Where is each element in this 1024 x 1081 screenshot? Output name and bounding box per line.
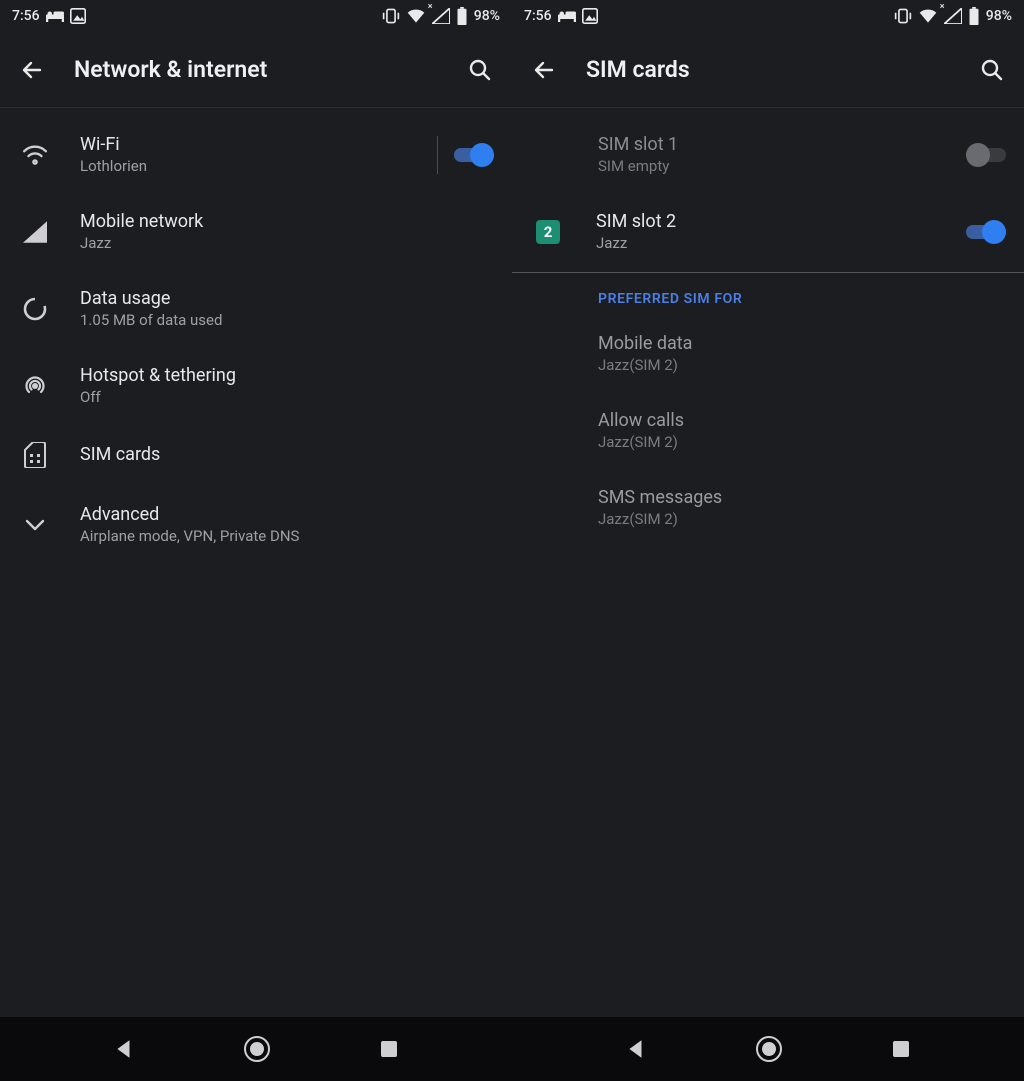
battery-status-icon (968, 7, 980, 25)
sim1-title: SIM slot 1 (598, 134, 936, 155)
status-battery-pct: 98% (474, 8, 500, 24)
sim2-badge: 2 (536, 220, 560, 244)
row-wifi[interactable]: Wi-Fi Lothlorien (0, 116, 512, 193)
pane-sim-cards: 7:56 × 98% SIM cards (512, 0, 1024, 1017)
row-pref-allow-calls[interactable]: Allow calls Jazz(SIM 2) (512, 392, 1024, 469)
sim2-sub: Jazz (596, 234, 948, 252)
signal-status-icon (432, 8, 450, 24)
row-pref-sms[interactable]: SMS messages Jazz(SIM 2) (512, 469, 1024, 546)
section-preferred-sim: PREFERRED SIM FOR (512, 273, 1024, 315)
divider (437, 136, 438, 174)
status-time: 7:56 (12, 8, 40, 24)
status-battery-pct: 98% (986, 8, 1012, 24)
chevron-down-icon (25, 518, 45, 532)
row-sim-cards[interactable]: SIM cards (0, 424, 512, 486)
row-sim-slot-2[interactable]: 2 SIM slot 2 Jazz (512, 193, 1024, 270)
pref-sms-sub: Jazz(SIM 2) (598, 510, 1006, 528)
nav-back[interactable] (113, 1038, 135, 1060)
row-mobile-sub: Jazz (80, 234, 494, 252)
app-bar: Network & internet (0, 32, 512, 108)
sim1-toggle (966, 143, 1006, 167)
search-button[interactable] (978, 56, 1006, 84)
signal-status-icon (944, 8, 962, 24)
wifi-toggle[interactable] (454, 143, 494, 167)
image-icon (70, 8, 86, 24)
bed-icon (46, 9, 64, 23)
row-mobile-title: Mobile network (80, 211, 494, 232)
pref-calls-sub: Jazz(SIM 2) (598, 433, 1006, 451)
row-hotspot[interactable]: Hotspot & tethering Off (0, 347, 512, 424)
pref-calls-title: Allow calls (598, 410, 1006, 431)
row-data-usage[interactable]: Data usage 1.05 MB of data used (0, 270, 512, 347)
sim2-title: SIM slot 2 (596, 211, 948, 232)
row-mobile-network[interactable]: Mobile network Jazz (0, 193, 512, 270)
row-wifi-title: Wi-Fi (80, 134, 407, 155)
row-advanced-title: Advanced (80, 504, 494, 525)
data-usage-icon (22, 296, 48, 322)
nav-recent[interactable] (891, 1039, 911, 1059)
row-advanced-sub: Airplane mode, VPN, Private DNS (80, 527, 494, 545)
page-title: SIM cards (586, 56, 950, 83)
status-bar: 7:56 × 98% (0, 0, 512, 32)
row-wifi-sub: Lothlorien (80, 157, 407, 175)
back-button[interactable] (18, 56, 46, 84)
row-advanced[interactable]: Advanced Airplane mode, VPN, Private DNS (0, 486, 512, 563)
wifi-icon (22, 145, 48, 165)
row-data-title: Data usage (80, 288, 494, 309)
row-hotspot-sub: Off (80, 388, 494, 406)
pref-mobile-sub: Jazz(SIM 2) (598, 356, 1006, 374)
page-title: Network & internet (74, 56, 438, 83)
back-button[interactable] (530, 56, 558, 84)
vibrate-icon (894, 8, 912, 24)
vibrate-icon (382, 8, 400, 24)
nav-recent[interactable] (379, 1039, 399, 1059)
pref-sms-title: SMS messages (598, 487, 1006, 508)
pane-network-internet: 7:56 × 98% Network & internet (0, 0, 512, 1017)
row-hotspot-title: Hotspot & tethering (80, 365, 494, 386)
image-icon (582, 8, 598, 24)
signal-icon (23, 221, 47, 243)
row-data-sub: 1.05 MB of data used (80, 311, 494, 329)
bed-icon (558, 9, 576, 23)
nav-back[interactable] (625, 1038, 647, 1060)
app-bar: SIM cards (512, 32, 1024, 108)
pref-mobile-title: Mobile data (598, 333, 1006, 354)
nav-home[interactable] (242, 1034, 272, 1064)
row-pref-mobile-data[interactable]: Mobile data Jazz(SIM 2) (512, 315, 1024, 392)
status-time: 7:56 (524, 8, 552, 24)
search-button[interactable] (466, 56, 494, 84)
settings-list: Wi-Fi Lothlorien Mobile network Jazz (0, 108, 512, 563)
status-bar: 7:56 × 98% (512, 0, 1024, 32)
sim-list: SIM slot 1 SIM empty 2 SIM slot 2 Jazz P (512, 108, 1024, 546)
wifi-status-icon (918, 8, 938, 24)
system-nav-bar (0, 1017, 1024, 1081)
battery-status-icon (456, 7, 468, 25)
row-sim-slot-1[interactable]: SIM slot 1 SIM empty (512, 116, 1024, 193)
hotspot-icon (22, 373, 48, 399)
sim2-toggle[interactable] (966, 220, 1006, 244)
row-sim-title: SIM cards (80, 444, 494, 465)
wifi-status-icon (406, 8, 426, 24)
sim1-sub: SIM empty (598, 157, 936, 175)
nav-home[interactable] (754, 1034, 784, 1064)
sim-icon (24, 442, 46, 468)
